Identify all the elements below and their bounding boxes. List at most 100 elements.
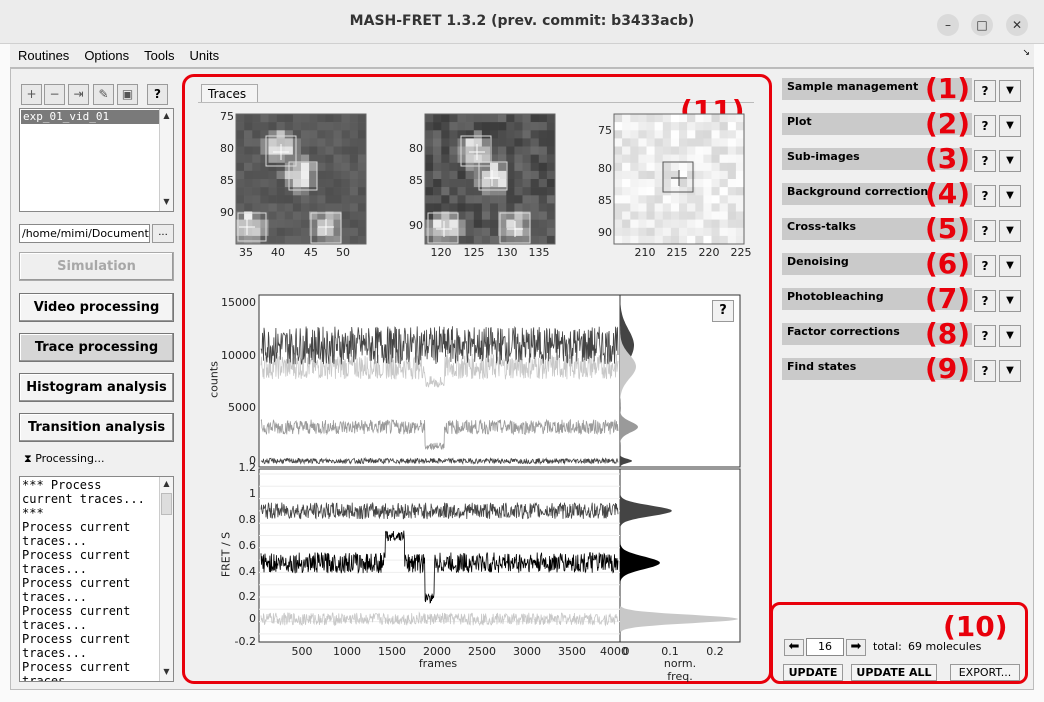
simulation-button[interactable]: Simulation [19, 252, 174, 281]
scroll-up-icon[interactable]: ▲ [160, 111, 173, 123]
triangle-down-icon[interactable]: ▼ [999, 150, 1021, 172]
molecule-index-field[interactable]: 16 [806, 638, 844, 656]
image-ytick: 80 [409, 142, 423, 155]
image-ytick: 75 [220, 110, 234, 123]
triangle-down-icon[interactable]: ▼ [999, 185, 1021, 207]
scroll-down-icon[interactable]: ▼ [160, 197, 173, 209]
fret-ytick: 0.6 [238, 539, 257, 552]
add-file-icon[interactable]: + [21, 84, 42, 105]
frames-xtick: 1000 [333, 645, 361, 658]
edit-icon[interactable]: ✎ [93, 84, 114, 105]
hist-xtick: 0.2 [706, 645, 724, 658]
panel-help-button[interactable]: ? [974, 150, 996, 172]
panel-help-button[interactable]: ? [974, 255, 996, 277]
total-label: total: [873, 640, 902, 653]
panel-help-button[interactable]: ? [974, 80, 996, 102]
transition-analysis-button[interactable]: Transition analysis [19, 413, 174, 442]
counts-ytick: 10000 [221, 349, 256, 362]
image-ytick: 90 [409, 219, 423, 232]
panel-help-button[interactable]: ? [974, 290, 996, 312]
title-bar: MASH-FRET 1.3.2 (prev. commit: b3433acb)… [0, 0, 1044, 44]
prev-molecule-icon[interactable]: ⬅ [784, 639, 804, 656]
fret-axis-label: FRET / S [219, 531, 233, 578]
histogram-analysis-button[interactable]: Histogram analysis [19, 373, 174, 402]
file-list-scrollbar[interactable]: ▲ ▼ [159, 109, 173, 211]
log-line: traces... [22, 534, 88, 548]
image-xtick: 50 [336, 246, 350, 259]
log-line: traces... [22, 562, 88, 576]
frames-xtick: 3500 [558, 645, 586, 658]
menu-tools[interactable]: Tools [136, 44, 181, 63]
image-ytick: 80 [598, 162, 612, 175]
file-list[interactable]: exp_01_vid_01 ▲ ▼ [19, 108, 174, 212]
export-button[interactable]: EXPORT... [950, 664, 1020, 681]
sub-images [235, 113, 745, 245]
browse-button[interactable]: ... [152, 224, 174, 243]
log-line: traces... [22, 618, 88, 632]
panel-annotation: (5) [925, 212, 971, 245]
log-line: Process current [22, 604, 131, 618]
log-lines: *** Process current traces... *** Process c… [20, 477, 173, 681]
log-line: Process current [22, 660, 131, 674]
triangle-down-icon[interactable]: ▼ [999, 115, 1021, 137]
sub-image [424, 113, 556, 245]
maximize-icon[interactable]: □ [971, 14, 993, 36]
plot-group [258, 294, 741, 643]
triangle-down-icon[interactable]: ▼ [999, 360, 1021, 382]
save-icon[interactable]: ▣ [117, 84, 138, 105]
triangle-down-icon[interactable]: ▼ [999, 290, 1021, 312]
triangle-down-icon[interactable]: ▼ [999, 325, 1021, 347]
log-line: *** Process [22, 478, 102, 492]
log-scrollbar[interactable]: ▲ ▼ [159, 477, 173, 681]
update-all-button[interactable]: UPDATE ALL [851, 664, 937, 681]
triangle-down-icon[interactable]: ▼ [999, 80, 1021, 102]
panel-annotation: (9) [925, 352, 971, 385]
path-field[interactable]: /home/mimi/Document [19, 224, 150, 243]
triangle-down-icon[interactable]: ▼ [999, 220, 1021, 242]
panel-help-button[interactable]: ? [974, 360, 996, 382]
plot-help-button[interactable]: ? [712, 300, 734, 322]
panel-help-button[interactable]: ? [974, 115, 996, 137]
image-xtick: 135 [528, 246, 550, 259]
undock-icon[interactable]: ↘ [1022, 48, 1030, 58]
scroll-up-icon[interactable]: ▲ [160, 479, 173, 491]
video-processing-button[interactable]: Video processing [19, 293, 174, 322]
panel-help-button[interactable]: ? [974, 325, 996, 347]
menu-routines[interactable]: Routines [10, 44, 76, 63]
log-line: traces... [22, 590, 88, 604]
close-icon[interactable]: ✕ [1006, 14, 1028, 36]
sub-image-group [235, 113, 745, 245]
panel-annotation: (3) [925, 142, 971, 175]
panel-annotation: (8) [925, 317, 971, 350]
scroll-thumb[interactable] [161, 493, 172, 515]
image-ytick: 80 [220, 142, 234, 155]
update-button[interactable]: UPDATE [783, 664, 843, 681]
sub-image [235, 113, 367, 245]
file-item[interactable]: exp_01_vid_01 [21, 110, 159, 124]
fret-ytick: 1 [249, 487, 256, 500]
trace-processing-button[interactable]: Trace processing [19, 333, 174, 362]
minimize-icon[interactable]: – [937, 14, 959, 36]
log-line: current traces... [22, 492, 145, 506]
log-line: traces... [22, 646, 88, 660]
fret-ytick: 0.2 [238, 590, 257, 603]
scroll-down-icon[interactable]: ▼ [160, 667, 173, 679]
status-label: Processing... [35, 452, 105, 465]
triangle-down-icon[interactable]: ▼ [999, 255, 1021, 277]
next-molecule-icon[interactable]: ➡ [846, 639, 866, 656]
help-button[interactable]: ? [147, 84, 168, 105]
frames-xtick: 3000 [513, 645, 541, 658]
remove-file-icon[interactable]: − [44, 84, 65, 105]
export-file-icon[interactable]: ⇥ [68, 84, 89, 105]
panel-annotation: (7) [925, 282, 971, 315]
menu-units[interactable]: Units [181, 44, 226, 63]
sub-image [613, 113, 745, 245]
menu-options[interactable]: Options [76, 44, 136, 63]
image-ytick: 85 [409, 174, 423, 187]
fret-ytick: -0.2 [234, 635, 256, 648]
fret-ytick: 0.4 [238, 565, 257, 578]
menu-bar: Routines Options Tools Units ↘ [10, 44, 1034, 68]
panel-help-button[interactable]: ? [974, 185, 996, 207]
panel-help-button[interactable]: ? [974, 220, 996, 242]
fret-ytick: 1.2 [238, 461, 257, 474]
